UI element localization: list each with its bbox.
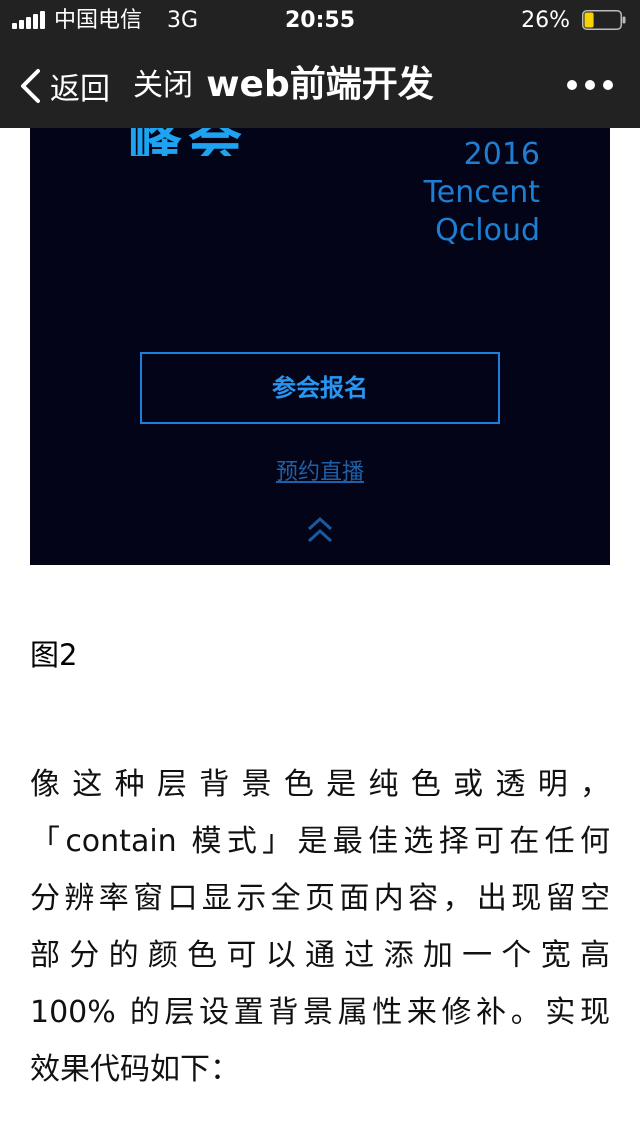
article-line: 效果代码如下： <box>30 1052 240 1087</box>
article-body: 像这种层背景色是纯色或透明， 「contain 模式」是最佳选择可在任何 分辨率… <box>30 756 610 1098</box>
banner-year: 2016 <box>463 137 540 172</box>
article-line: 分辨率窗口显示全页面内容，出现留空 <box>30 881 610 916</box>
page-title: web前端开发 <box>206 64 434 105</box>
banner-brand-line1: Tencent <box>423 175 540 210</box>
article-line: 像这种层背景色是纯色或透明， <box>30 767 610 802</box>
event-banner-image: 峰会 2016 Tencent Qcloud 参会报名 预约直播 <box>30 128 610 565</box>
top-bar: 中国电信 3G 20:55 26% 返回 关闭 web前端开发 <box>0 0 640 128</box>
double-chevron-up-icon[interactable] <box>305 514 335 548</box>
banner-brand-line2: Qcloud <box>435 213 540 248</box>
register-button[interactable]: 参会报名 <box>140 352 500 424</box>
live-reserve-link[interactable]: 预约直播 <box>30 458 610 488</box>
battery-percent: 26% <box>521 8 570 33</box>
banner-logo-text: 峰会 <box>128 128 248 156</box>
battery-icon <box>582 10 626 30</box>
article-line: 100% 的层设置背景属性来修补。实现 <box>30 995 610 1030</box>
more-dots-icon[interactable] <box>566 70 614 100</box>
article-line: 「contain 模式」是最佳选择可在任何 <box>30 824 610 859</box>
figure-caption: 图2 <box>30 638 78 672</box>
status-bar: 中国电信 3G 20:55 26% <box>0 0 640 40</box>
article-line: 部分的颜色可以通过添加一个宽高 <box>30 938 610 973</box>
nav-bar: 返回 关闭 web前端开发 <box>0 48 640 124</box>
